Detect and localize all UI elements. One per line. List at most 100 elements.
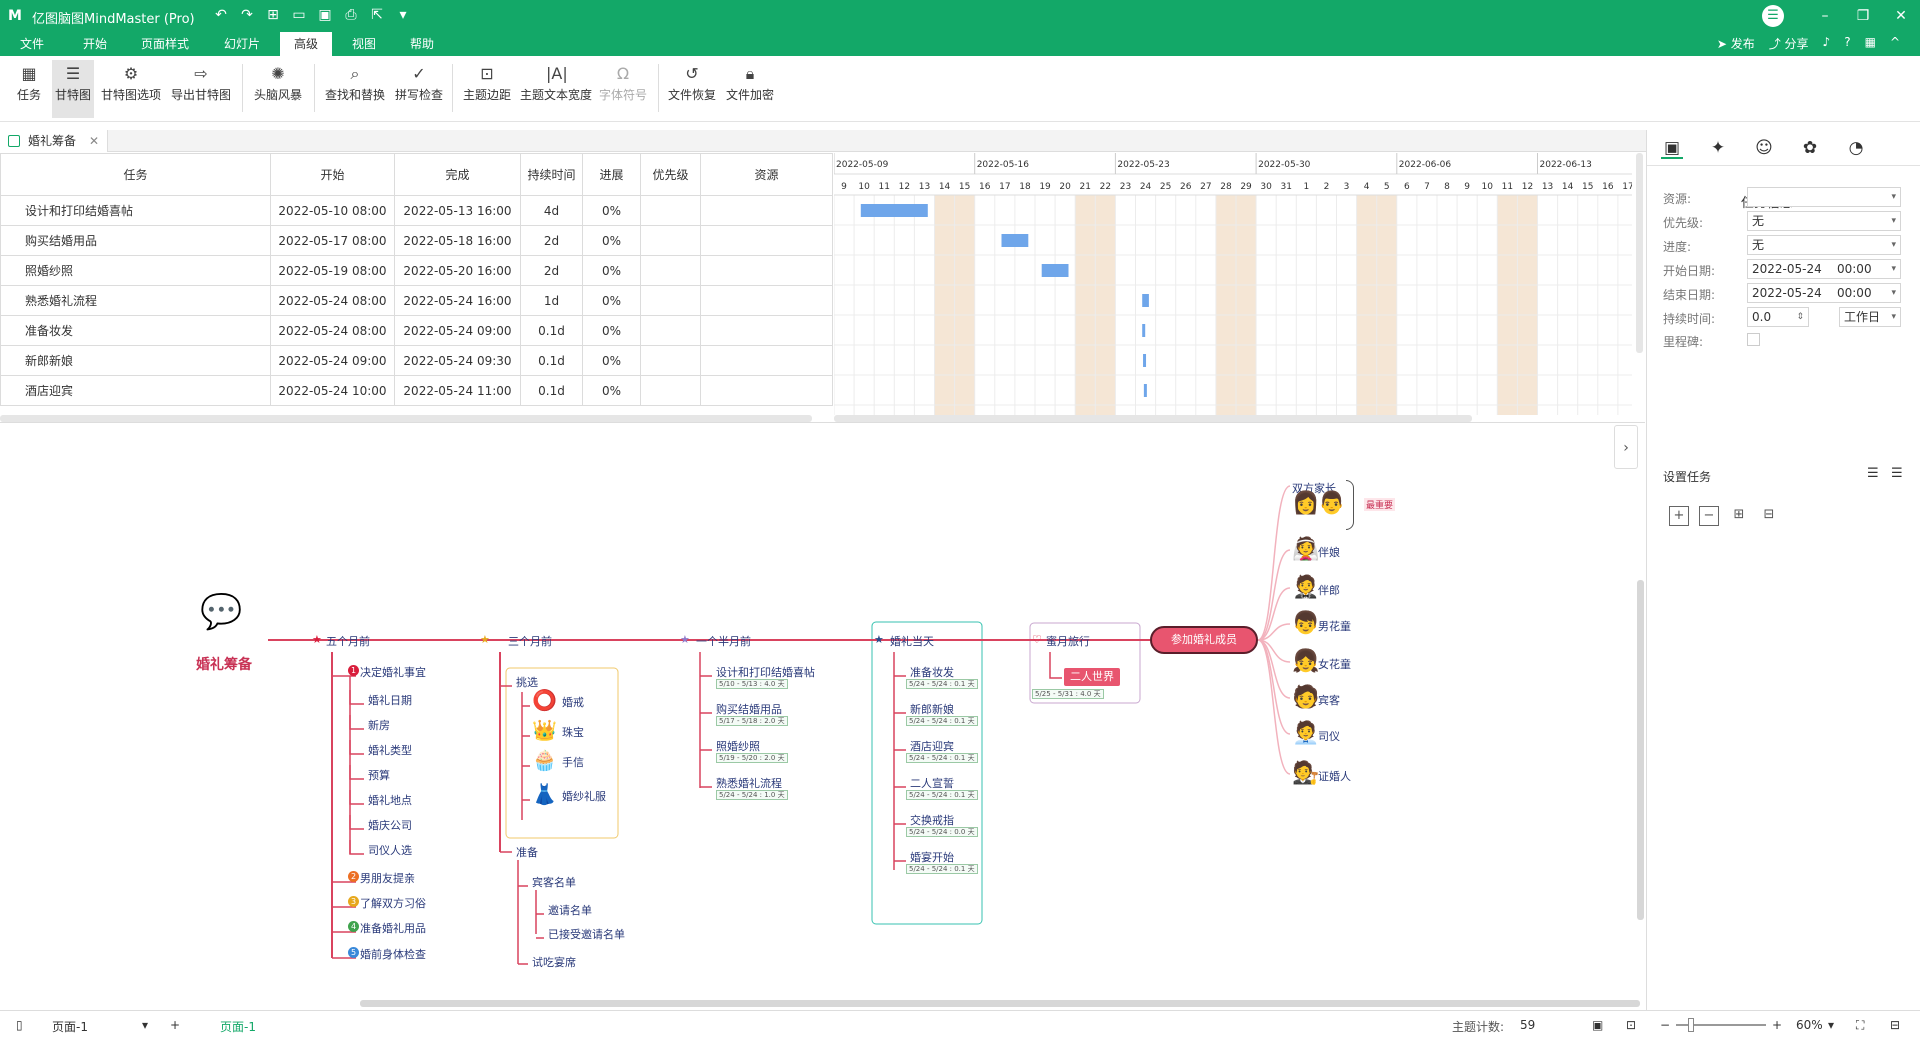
zoom-out-icon[interactable]: − <box>1660 1018 1670 1032</box>
page-select[interactable]: 页面-1 <box>52 1018 88 1035</box>
canvas-horizontal-scrollbar[interactable] <box>360 1000 1640 1007</box>
start-cell[interactable]: 2022-05-24 08:00 <box>270 285 395 316</box>
three-months-item[interactable]: 手信 <box>562 754 584 770</box>
three-months-item[interactable]: 已接受邀请名单 <box>548 926 625 942</box>
col-header-start[interactable]: 开始 <box>270 153 395 196</box>
presentation-icon[interactable]: ⊟ <box>1890 1018 1900 1032</box>
duration-cell[interactable]: 0.1d <box>520 345 583 376</box>
table-row[interactable]: 准备妆发 2022-05-24 08:00 2022-05-24 09:00 0.1d… <box>0 315 833 346</box>
priority-cell[interactable] <box>640 285 701 316</box>
save-icon[interactable]: ▣ <box>316 6 334 24</box>
history-panel-icon[interactable]: ◔ <box>1845 137 1867 159</box>
wedding-day-task[interactable]: 交换戒指 <box>910 812 954 828</box>
task-name-cell[interactable]: 熟悉婚礼流程 <box>0 285 271 316</box>
wedding-day-task[interactable]: 婚宴开始 <box>910 849 954 865</box>
add-task-icon[interactable]: + <box>1669 506 1689 526</box>
ribbon-brainstorm-button[interactable]: ✺ 头脑风暴 <box>250 60 306 118</box>
ribbon-find-replace-button[interactable]: ⌕ 查找和替换 <box>322 60 388 118</box>
five-months-item[interactable]: 预算 <box>368 767 390 783</box>
resource-cell[interactable] <box>700 195 833 226</box>
progress-cell[interactable]: 0% <box>582 375 641 406</box>
duration-cell[interactable]: 2d <box>520 225 583 256</box>
priority-cell[interactable] <box>640 255 701 286</box>
progress-cell[interactable]: 0% <box>582 255 641 286</box>
progress-cell[interactable]: 0% <box>582 225 641 256</box>
document-tab[interactable]: 婚礼筹备 ✕ <box>0 130 108 152</box>
one-half-month-task[interactable]: 购买结婚用品 <box>716 701 782 717</box>
end-cell[interactable]: 2022-05-24 09:30 <box>394 345 521 376</box>
progress-cell[interactable]: 0% <box>582 345 641 376</box>
zoom-level[interactable]: 60% <box>1796 1018 1823 1032</box>
stepper-icon[interactable]: ⇕ <box>1796 308 1804 326</box>
member-node[interactable]: 宾客 <box>1318 692 1340 708</box>
duration-cell[interactable]: 0.1d <box>520 315 583 346</box>
fullscreen-icon[interactable]: ⛶ <box>1856 1018 1864 1033</box>
duration-unit-select[interactable]: 工作日 ▾ <box>1839 307 1901 327</box>
five-months-item[interactable]: 了解双方习俗 <box>360 895 426 911</box>
redo-icon[interactable]: ↷ <box>238 6 256 24</box>
tab-help[interactable]: 帮助 <box>410 35 434 52</box>
align-right-icon[interactable]: ☰ <box>1891 466 1903 481</box>
wedding-day-task[interactable]: 酒店迎宾 <box>910 738 954 754</box>
five-months-item[interactable]: 婚庆公司 <box>368 817 412 833</box>
member-node[interactable]: 证婚人 <box>1318 768 1351 784</box>
progress-cell[interactable]: 0% <box>582 285 641 316</box>
branch-honeymoon[interactable]: 蜜月旅行 <box>1046 633 1090 649</box>
share-button[interactable]: ⤴ 分享 <box>1769 35 1809 52</box>
resource-cell[interactable] <box>700 345 833 376</box>
end-cell[interactable]: 2022-05-24 16:00 <box>394 285 521 316</box>
three-months-item[interactable]: 婚纱礼服 <box>562 788 606 804</box>
priority-cell[interactable] <box>640 375 701 406</box>
task-name-cell[interactable]: 酒店迎宾 <box>0 375 271 406</box>
remove-subtask-icon[interactable]: ⊟ <box>1759 506 1779 526</box>
avatar[interactable]: ☰ <box>1762 5 1784 27</box>
start-cell[interactable]: 2022-05-24 08:00 <box>270 315 395 346</box>
tab-view[interactable]: 视图 <box>352 35 376 52</box>
collapse-ribbon-icon[interactable]: ^ <box>1890 35 1900 52</box>
one-half-month-task[interactable]: 照婚纱照 <box>716 738 760 754</box>
gantt-vertical-scrollbar[interactable] <box>1636 153 1643 353</box>
ai-panel-icon[interactable]: ✦ <box>1707 137 1729 159</box>
new-file-icon[interactable]: ⊞ <box>264 6 282 24</box>
table-scrollbar[interactable] <box>0 415 812 422</box>
close-icon[interactable]: ✕ <box>1882 0 1920 32</box>
align-left-icon[interactable]: ☰ <box>1867 466 1879 481</box>
member-node[interactable]: 伴郎 <box>1318 582 1340 598</box>
col-header-task[interactable]: 任务 <box>0 153 271 196</box>
five-months-item[interactable]: 决定婚礼事宜 <box>360 664 426 680</box>
priority-cell[interactable] <box>640 225 701 256</box>
resource-cell[interactable] <box>700 375 833 406</box>
resource-cell[interactable] <box>700 225 833 256</box>
one-half-month-task[interactable]: 设计和打印结婚喜帖 <box>716 664 815 680</box>
resource-cell[interactable] <box>700 315 833 346</box>
five-months-item[interactable]: 婚礼日期 <box>368 692 412 708</box>
end-cell[interactable]: 2022-05-13 16:00 <box>394 195 521 226</box>
progress-select[interactable]: 无 ▾ <box>1747 235 1901 255</box>
start-cell[interactable]: 2022-05-24 10:00 <box>270 375 395 406</box>
task-name-cell[interactable]: 新郎新娘 <box>0 345 271 376</box>
table-row[interactable]: 新郎新娘 2022-05-24 09:00 2022-05-24 09:30 0.1d… <box>0 345 833 376</box>
table-row[interactable]: 购买结婚用品 2022-05-17 08:00 2022-05-18 16:00 2d… <box>0 225 833 256</box>
task-name-cell[interactable]: 准备妆发 <box>0 315 271 346</box>
three-months-item[interactable]: 试吃宴席 <box>532 954 576 970</box>
end-cell[interactable]: 2022-05-24 09:00 <box>394 315 521 346</box>
fit-width-icon[interactable]: ⊡ <box>1626 1018 1636 1032</box>
tab-slides[interactable]: 幻灯片 <box>224 35 260 52</box>
milestone-checkbox[interactable] <box>1747 333 1760 346</box>
publish-button[interactable]: ➤ 发布 <box>1717 35 1755 52</box>
print-icon[interactable]: ⎙ <box>342 6 360 24</box>
five-months-item[interactable]: 新房 <box>368 717 390 733</box>
minimize-icon[interactable]: – <box>1806 0 1844 32</box>
five-months-item[interactable]: 婚礼地点 <box>368 792 412 808</box>
table-row[interactable]: 酒店迎宾 2022-05-24 10:00 2022-05-24 11:00 0.1d… <box>0 375 833 406</box>
branch-five-months[interactable]: 五个月前 <box>326 633 370 649</box>
col-header-duration[interactable]: 持续时间 <box>520 153 583 196</box>
task-name-cell[interactable]: 购买结婚用品 <box>0 225 271 256</box>
task-name-cell[interactable]: 设计和打印结婚喜帖 <box>0 195 271 226</box>
remove-task-icon[interactable]: − <box>1699 506 1719 526</box>
col-header-progress[interactable]: 进展 <box>582 153 641 196</box>
members-topic[interactable]: 参加婚礼成员 <box>1150 626 1258 654</box>
ribbon-topic-margin-button[interactable]: ⊡ 主题边距 <box>460 60 514 118</box>
fit-page-icon[interactable]: ▣ <box>1592 1018 1603 1032</box>
table-row[interactable]: 设计和打印结婚喜帖 2022-05-10 08:00 2022-05-13 16:0… <box>0 195 833 226</box>
